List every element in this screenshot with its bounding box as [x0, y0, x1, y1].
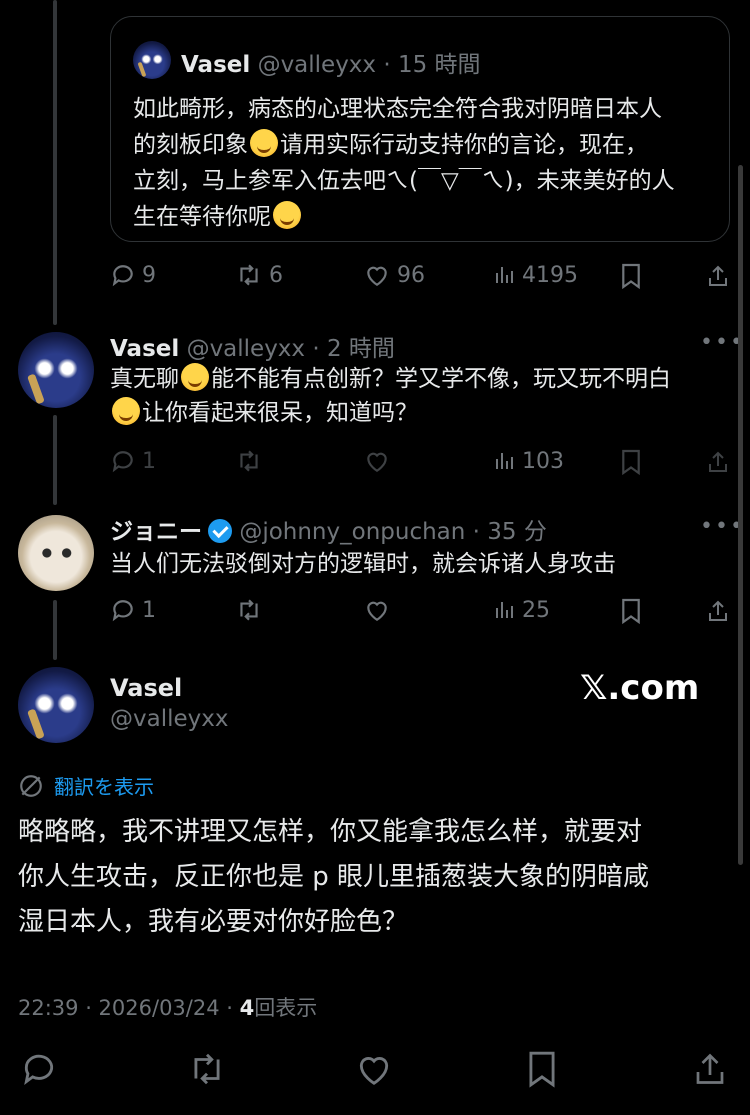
share-icon — [709, 265, 727, 286]
reply2-author-name[interactable]: ジョニー — [110, 519, 202, 545]
reply2-time[interactable]: · 35 分 — [473, 519, 547, 545]
like-button[interactable]: 96 — [363, 262, 425, 288]
reply1-share-button[interactable] — [706, 448, 730, 476]
bookmark-button[interactable] — [620, 262, 642, 290]
quoted-avatar[interactable] — [133, 41, 171, 79]
reply2-avatar[interactable] — [18, 515, 94, 591]
main-text: 略略略，我不讲理又怎样，你又能拿我怎么样，就要对 你人生攻击，反正你也是 p 眼… — [18, 817, 650, 937]
reply-icon — [24, 1054, 54, 1086]
main-author-handle[interactable]: @valleyxx — [110, 706, 228, 732]
reply1-author-name[interactable]: Vasel — [110, 336, 179, 362]
like-icon — [367, 601, 387, 622]
main-views-label: 回表示 — [254, 996, 318, 1020]
views-count: 4195 — [522, 262, 578, 288]
main-share-button[interactable] — [692, 1050, 728, 1088]
main-bookmark-button[interactable] — [526, 1050, 558, 1088]
thread-line-middle — [53, 415, 57, 505]
views-button[interactable]: 4195 — [492, 262, 578, 288]
reply2-views-button[interactable]: 25 — [492, 597, 550, 623]
translate-link[interactable]: 翻訳を表示 — [18, 771, 154, 800]
translate-icon — [20, 774, 42, 797]
reply1-reply-button[interactable]: 1 — [110, 448, 156, 474]
main-author-name[interactable]: Vasel — [110, 674, 182, 702]
like-count: 96 — [397, 262, 425, 288]
views-icon — [496, 453, 513, 469]
reply1-views-button[interactable]: 103 — [492, 448, 564, 474]
share-icon — [709, 600, 727, 621]
repost-icon — [194, 1053, 220, 1085]
reply2-author-handle[interactable]: @johnny_onpuchan — [239, 519, 465, 545]
reply-icon — [112, 600, 133, 622]
quoted-text: 如此畸形，病态的心理状态完全符合我对阴暗日本人 的刻板印象 请用实际行动支持你的言… — [133, 96, 675, 230]
yawning-face-emoji — [181, 363, 209, 391]
repost-count: 6 — [269, 262, 283, 288]
rofl-emoji — [273, 201, 301, 229]
share-button[interactable] — [706, 262, 730, 290]
reply1-like-button[interactable] — [363, 448, 391, 474]
reply-count: 9 — [142, 262, 156, 288]
main-repost-button[interactable] — [186, 1050, 228, 1088]
reply1-repost-button[interactable] — [235, 448, 263, 474]
thread-line-lower — [53, 600, 57, 660]
main-avatar[interactable] — [18, 667, 94, 743]
main-like-button[interactable] — [354, 1050, 394, 1088]
reply1-avatar[interactable] — [18, 332, 94, 408]
x-com-watermark: 𝕏.com — [580, 668, 700, 708]
views-icon — [496, 602, 513, 618]
quoted-time[interactable]: · 15 時間 — [383, 52, 480, 78]
rofl-emoji — [112, 397, 140, 425]
share-icon — [696, 1053, 724, 1084]
repost-button[interactable]: 6 — [235, 262, 283, 288]
reply-button[interactable]: 9 — [110, 262, 156, 288]
reply2-like-button[interactable] — [363, 597, 391, 623]
main-reply-button[interactable] — [20, 1050, 58, 1088]
main-timestamp[interactable]: 22:39 · 2026/03/24 · — [18, 996, 240, 1020]
scrollbar[interactable] — [738, 165, 743, 865]
reply2-repost-button[interactable] — [235, 597, 263, 623]
repost-icon — [240, 599, 258, 621]
reply-icon — [112, 451, 133, 473]
bookmark-icon — [622, 263, 640, 290]
reply1-time[interactable]: · 2 時間 — [312, 336, 395, 362]
reply-icon — [112, 265, 133, 287]
translate-label[interactable]: 翻訳を表示 — [54, 771, 154, 800]
like-icon — [367, 266, 387, 287]
like-icon — [359, 1057, 389, 1085]
quoted-author-handle[interactable]: @valleyxx — [258, 52, 376, 78]
like-icon — [367, 452, 387, 473]
reply2-views-count: 25 — [522, 597, 550, 623]
reply1-reply-count: 1 — [142, 448, 156, 474]
reply1-bookmark-button[interactable] — [620, 448, 642, 476]
thread-line-top — [53, 0, 57, 325]
reply2-reply-count: 1 — [142, 597, 156, 623]
bookmark-icon — [622, 449, 640, 476]
reply2-reply-button[interactable]: 1 — [110, 597, 156, 623]
main-views-count: 4 — [239, 996, 255, 1020]
bookmark-icon — [622, 598, 640, 625]
reply1-author-handle[interactable]: @valleyxx — [187, 336, 305, 362]
reply2-text: 当人们无法驳倒对方的逻辑时，就会诉诸人身攻击 — [110, 551, 616, 577]
verified-badge-icon — [208, 519, 232, 543]
repost-icon — [240, 264, 258, 286]
main-timestamp-row: 22:39 · 2026/03/24 · 4回表示 — [18, 992, 317, 1022]
repost-icon — [240, 450, 258, 472]
reply2-share-button[interactable] — [706, 597, 730, 625]
views-icon — [496, 267, 513, 283]
bookmark-icon — [529, 1051, 555, 1088]
reply1-text: 真无聊 能不能有点创新？学又学不像，玩又玩不明白 让你看起来很呆，知道吗？ — [110, 362, 730, 430]
share-icon — [709, 451, 727, 472]
reply1-views-count: 103 — [522, 448, 564, 474]
reply2-bookmark-button[interactable] — [620, 597, 642, 625]
woozy-face-emoji — [250, 129, 278, 157]
quoted-author-name[interactable]: Vasel — [181, 52, 250, 78]
quoted-tweet-card[interactable]: Vasel @valleyxx · 15 時間 如此畸形，病态的心理状态完全符合… — [110, 16, 730, 242]
